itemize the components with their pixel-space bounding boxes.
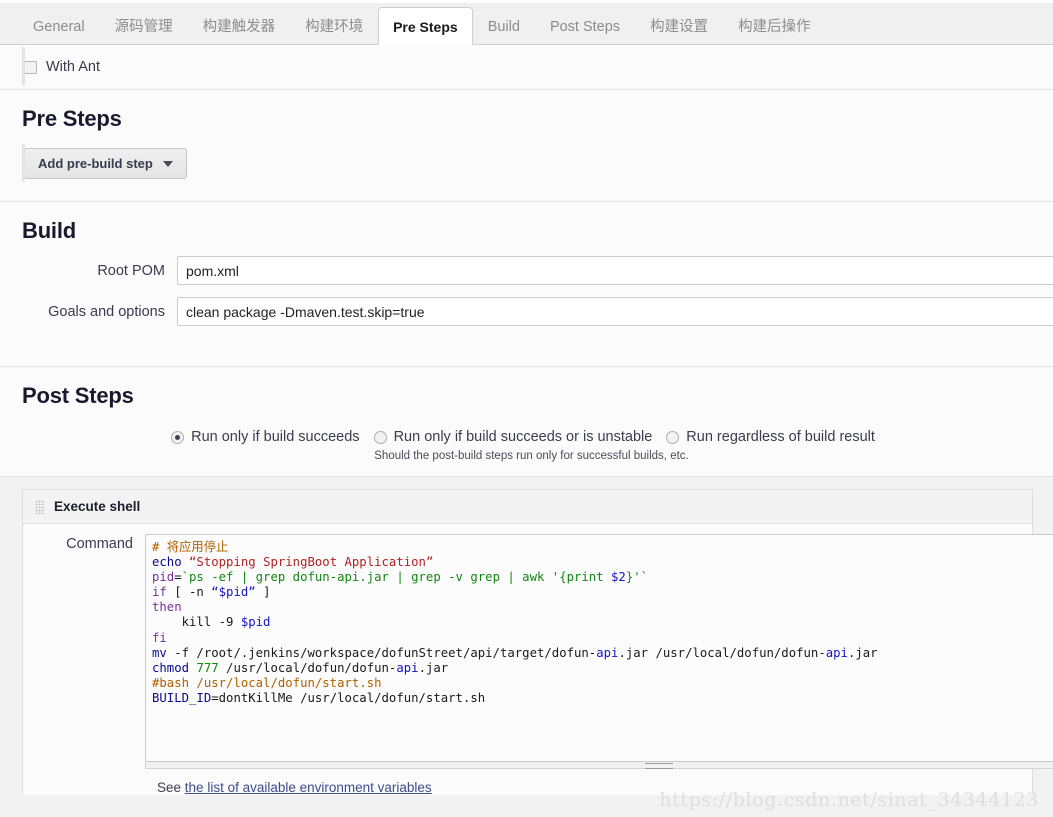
command-line: kill -9 $pid: [152, 615, 1053, 630]
code-token: api: [396, 660, 419, 675]
chevron-down-icon: [162, 160, 173, 167]
code-token: kill -9: [152, 615, 241, 630]
pre-steps-title: Pre Steps: [22, 106, 122, 131]
config-content: With Ant Pre Steps Add pre-build step Bu…: [0, 45, 1053, 817]
command-line: echo “Stopping SpringBoot Application”: [152, 555, 1053, 570]
code-token: if: [152, 585, 167, 600]
code-token: =dontKillMe /usr/local/dofun/start.sh: [211, 690, 486, 705]
command-label: Command: [66, 536, 133, 552]
tab-general[interactable]: General: [18, 7, 100, 45]
execute-shell-body: Command # 将应用停止 echo “Stopping SpringBoot…: [23, 524, 1053, 795]
config-tab-bar: General 源码管理 构建触发器 构建环境 Pre Steps Build …: [0, 0, 1053, 45]
code-token: then: [152, 600, 182, 615]
execute-shell-title: Execute shell: [54, 499, 141, 514]
code-token: /usr/local/dofun/dofun-: [218, 660, 397, 675]
post-steps-radio-block: Run only if build succeeds Run only if b…: [0, 415, 1053, 470]
root-pom-row: Root POM: [0, 250, 1053, 291]
goals-options-input[interactable]: [177, 297, 1053, 326]
radio-label-regardless: Run regardless of build result: [686, 429, 875, 445]
env-variables-link[interactable]: the list of available environment variab…: [185, 780, 432, 795]
radio-label-unstable: Run only if build succeeds or is unstabl…: [393, 429, 653, 445]
code-token: .jar: [418, 660, 449, 675]
code-token: =: [174, 570, 182, 585]
code-token: mv: [152, 645, 167, 660]
drag-grip-icon[interactable]: [35, 499, 45, 514]
with-ant-row[interactable]: With Ant: [0, 45, 1053, 89]
code-token: BUILD_ID: [152, 690, 212, 705]
with-ant-checkbox[interactable]: [24, 60, 37, 74]
code-token: pid: [152, 570, 175, 585]
pre-steps-button-row: Add pre-build step: [0, 138, 1053, 201]
radio-label-succeeds: Run only if build succeeds: [191, 429, 360, 445]
code-token: chmod: [152, 660, 190, 675]
code-token: # 将应用停止: [152, 540, 229, 554]
command-line: fi: [152, 631, 1053, 646]
code-token: `ps -ef | grep dofun-api.jar | grep -v g…: [181, 570, 612, 585]
radio-run-if-succeeds[interactable]: Run only if build succeeds: [171, 429, 360, 445]
code-token: ]: [255, 585, 271, 600]
with-ant-label: With Ant: [46, 59, 100, 75]
tab-post-steps[interactable]: Post Steps: [535, 7, 635, 45]
command-line: pid=`ps -ef | grep dofun-api.jar | grep …: [152, 570, 1053, 585]
jenkins-job-config-page: General 源码管理 构建触发器 构建环境 Pre Steps Build …: [0, 0, 1053, 817]
code-token: echo: [152, 555, 182, 570]
radio-icon-regardless[interactable]: [666, 430, 680, 444]
tab-build[interactable]: Build: [473, 7, 535, 45]
code-token: api: [825, 645, 848, 660]
add-pre-build-step-label: Add pre-build step: [38, 156, 153, 171]
goals-options-row: Goals and options: [0, 291, 1053, 332]
execute-shell-section: Execute shell Command # 将应用停止 echo “Stopp…: [0, 476, 1053, 817]
code-token: “$pid”: [211, 585, 256, 600]
tab-build-environment[interactable]: 构建环境: [290, 7, 378, 45]
execute-shell-panel: Execute shell Command # 将应用停止 echo “Stopp…: [22, 489, 1053, 795]
post-steps-radio-group: Run only if build succeeds Run only if b…: [0, 429, 1053, 445]
command-line: #bash /usr/local/dofun/start.sh: [152, 676, 1053, 691]
tab-build-triggers[interactable]: 构建触发器: [188, 7, 291, 45]
tab-build-settings[interactable]: 构建设置: [635, 7, 723, 45]
radio-run-if-succeeds-or-unstable[interactable]: Run only if build succeeds or is unstabl…: [373, 429, 653, 445]
build-title: Build: [22, 218, 76, 243]
build-body: Root POM Goals and options: [0, 250, 1053, 366]
code-token: -f /root/.jenkins/workspace/dofunStreet/…: [166, 645, 597, 660]
root-pom-label: Root POM: [97, 262, 165, 279]
tab-pre-steps[interactable]: Pre Steps: [378, 7, 473, 45]
radio-icon-succeeds[interactable]: [171, 430, 185, 444]
add-pre-build-step-button[interactable]: Add pre-build step: [24, 148, 187, 179]
radio-run-regardless[interactable]: Run regardless of build result: [666, 429, 875, 445]
code-token: 777: [196, 660, 219, 675]
code-token: -n: [189, 585, 204, 600]
code-token: .jar /usr/local/dofun/dofun-: [618, 645, 826, 660]
post-steps-title: Post Steps: [22, 383, 134, 408]
command-line: if [ -n “$pid” ]: [152, 585, 1053, 600]
code-token: }'`: [625, 570, 649, 585]
command-line: then: [152, 600, 1053, 615]
code-token: fi: [152, 630, 167, 645]
textarea-resize-handle[interactable]: [145, 762, 1053, 769]
command-line: chmod 777 /usr/local/dofun/dofun-api.jar: [152, 661, 1053, 676]
code-token: $2: [611, 570, 626, 585]
command-textarea[interactable]: # 将应用停止 echo “Stopping SpringBoot Applica…: [145, 534, 1053, 762]
code-token: $pid: [240, 615, 271, 630]
tab-scm[interactable]: 源码管理: [100, 7, 188, 45]
root-pom-input[interactable]: [177, 256, 1053, 285]
code-token: api: [596, 645, 619, 660]
execute-shell-header: Execute shell: [23, 490, 1032, 524]
code-token: #bash /usr/local/dofun/start.sh: [152, 675, 382, 690]
command-editor-wrap: # 将应用停止 echo “Stopping SpringBoot Applica…: [145, 534, 1053, 795]
see-prefix: See: [157, 780, 182, 795]
command-line: BUILD_ID=dontKillMe /usr/local/dofun/sta…: [152, 691, 1053, 706]
env-vars-help-line: See the list of available environment va…: [145, 769, 1053, 795]
post-steps-help-text: Should the post-build steps run only for…: [374, 450, 689, 462]
code-token: [: [166, 585, 190, 600]
code-token: “Stopping SpringBoot Application”: [189, 555, 434, 570]
command-line: mv -f /root/.jenkins/workspace/dofunStre…: [152, 646, 1053, 661]
goals-options-label: Goals and options: [48, 303, 165, 320]
command-line: # 将应用停止: [152, 540, 1053, 555]
code-token: .jar: [847, 645, 878, 660]
tab-post-build-actions[interactable]: 构建后操作: [723, 7, 826, 45]
radio-icon-unstable[interactable]: [373, 430, 387, 444]
